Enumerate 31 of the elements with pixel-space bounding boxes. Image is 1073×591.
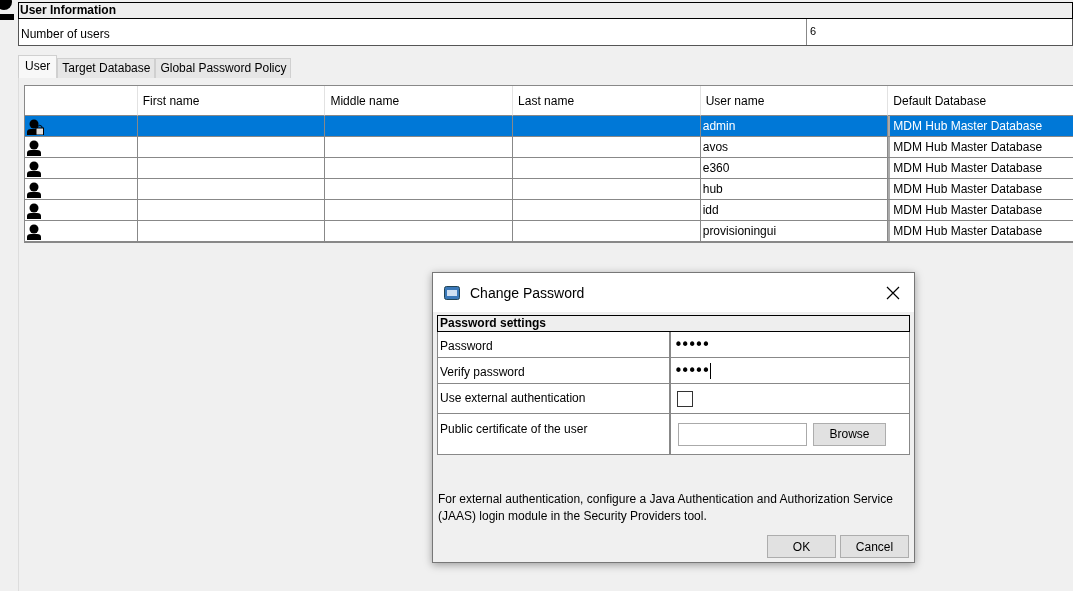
tab[interactable]: User: [18, 55, 58, 78]
table-cell: avos: [700, 137, 889, 158]
tab[interactable]: Target Database: [57, 58, 156, 78]
cancel-button[interactable]: Cancel: [840, 535, 909, 558]
table-cell: hub: [700, 179, 889, 200]
close-icon[interactable]: [886, 285, 900, 300]
password-field[interactable]: •••••: [674, 360, 712, 381]
field-value: 6: [809, 24, 817, 39]
table-row[interactable]: idd MDM Hub Master Database: [25, 200, 1073, 221]
table-cell: idd: [700, 200, 889, 221]
password-field[interactable]: •••••: [674, 334, 709, 355]
browse-button[interactable]: Browse: [813, 422, 886, 446]
table-row[interactable]: provisioningui MDM Hub Master Database: [25, 221, 1073, 242]
ok-button[interactable]: OK: [767, 535, 836, 558]
table-row[interactable]: e360 MDM Hub Master Database: [25, 158, 1073, 179]
table-cell: admin: [700, 116, 889, 137]
field-label: Number of users: [19, 19, 807, 45]
tab[interactable]: Global Password Policy: [155, 58, 292, 78]
dialog-title: Change Password: [470, 284, 586, 301]
input-field[interactable]: [678, 422, 807, 446]
section-header: Password settings: [437, 315, 910, 332]
table-cell: e360: [700, 158, 889, 179]
checkbox[interactable]: [677, 390, 693, 407]
info-text: For external authentication, configure a Java Authentication and Authorization Service (JAAS) login module in the Security Providers tool.: [437, 491, 894, 525]
table-row[interactable]: hub MDM Hub Master Database: [25, 179, 1073, 200]
table-row[interactable]: admin MDM Hub Master Database: [25, 116, 1073, 137]
table-row[interactable]: avos MDM Hub Master Database: [25, 137, 1073, 158]
field-label: Public certificate of the user: [438, 414, 671, 454]
app-icon: [444, 285, 460, 300]
table-cell: provisioningui: [700, 221, 889, 242]
section-header: User Information: [18, 2, 1073, 19]
